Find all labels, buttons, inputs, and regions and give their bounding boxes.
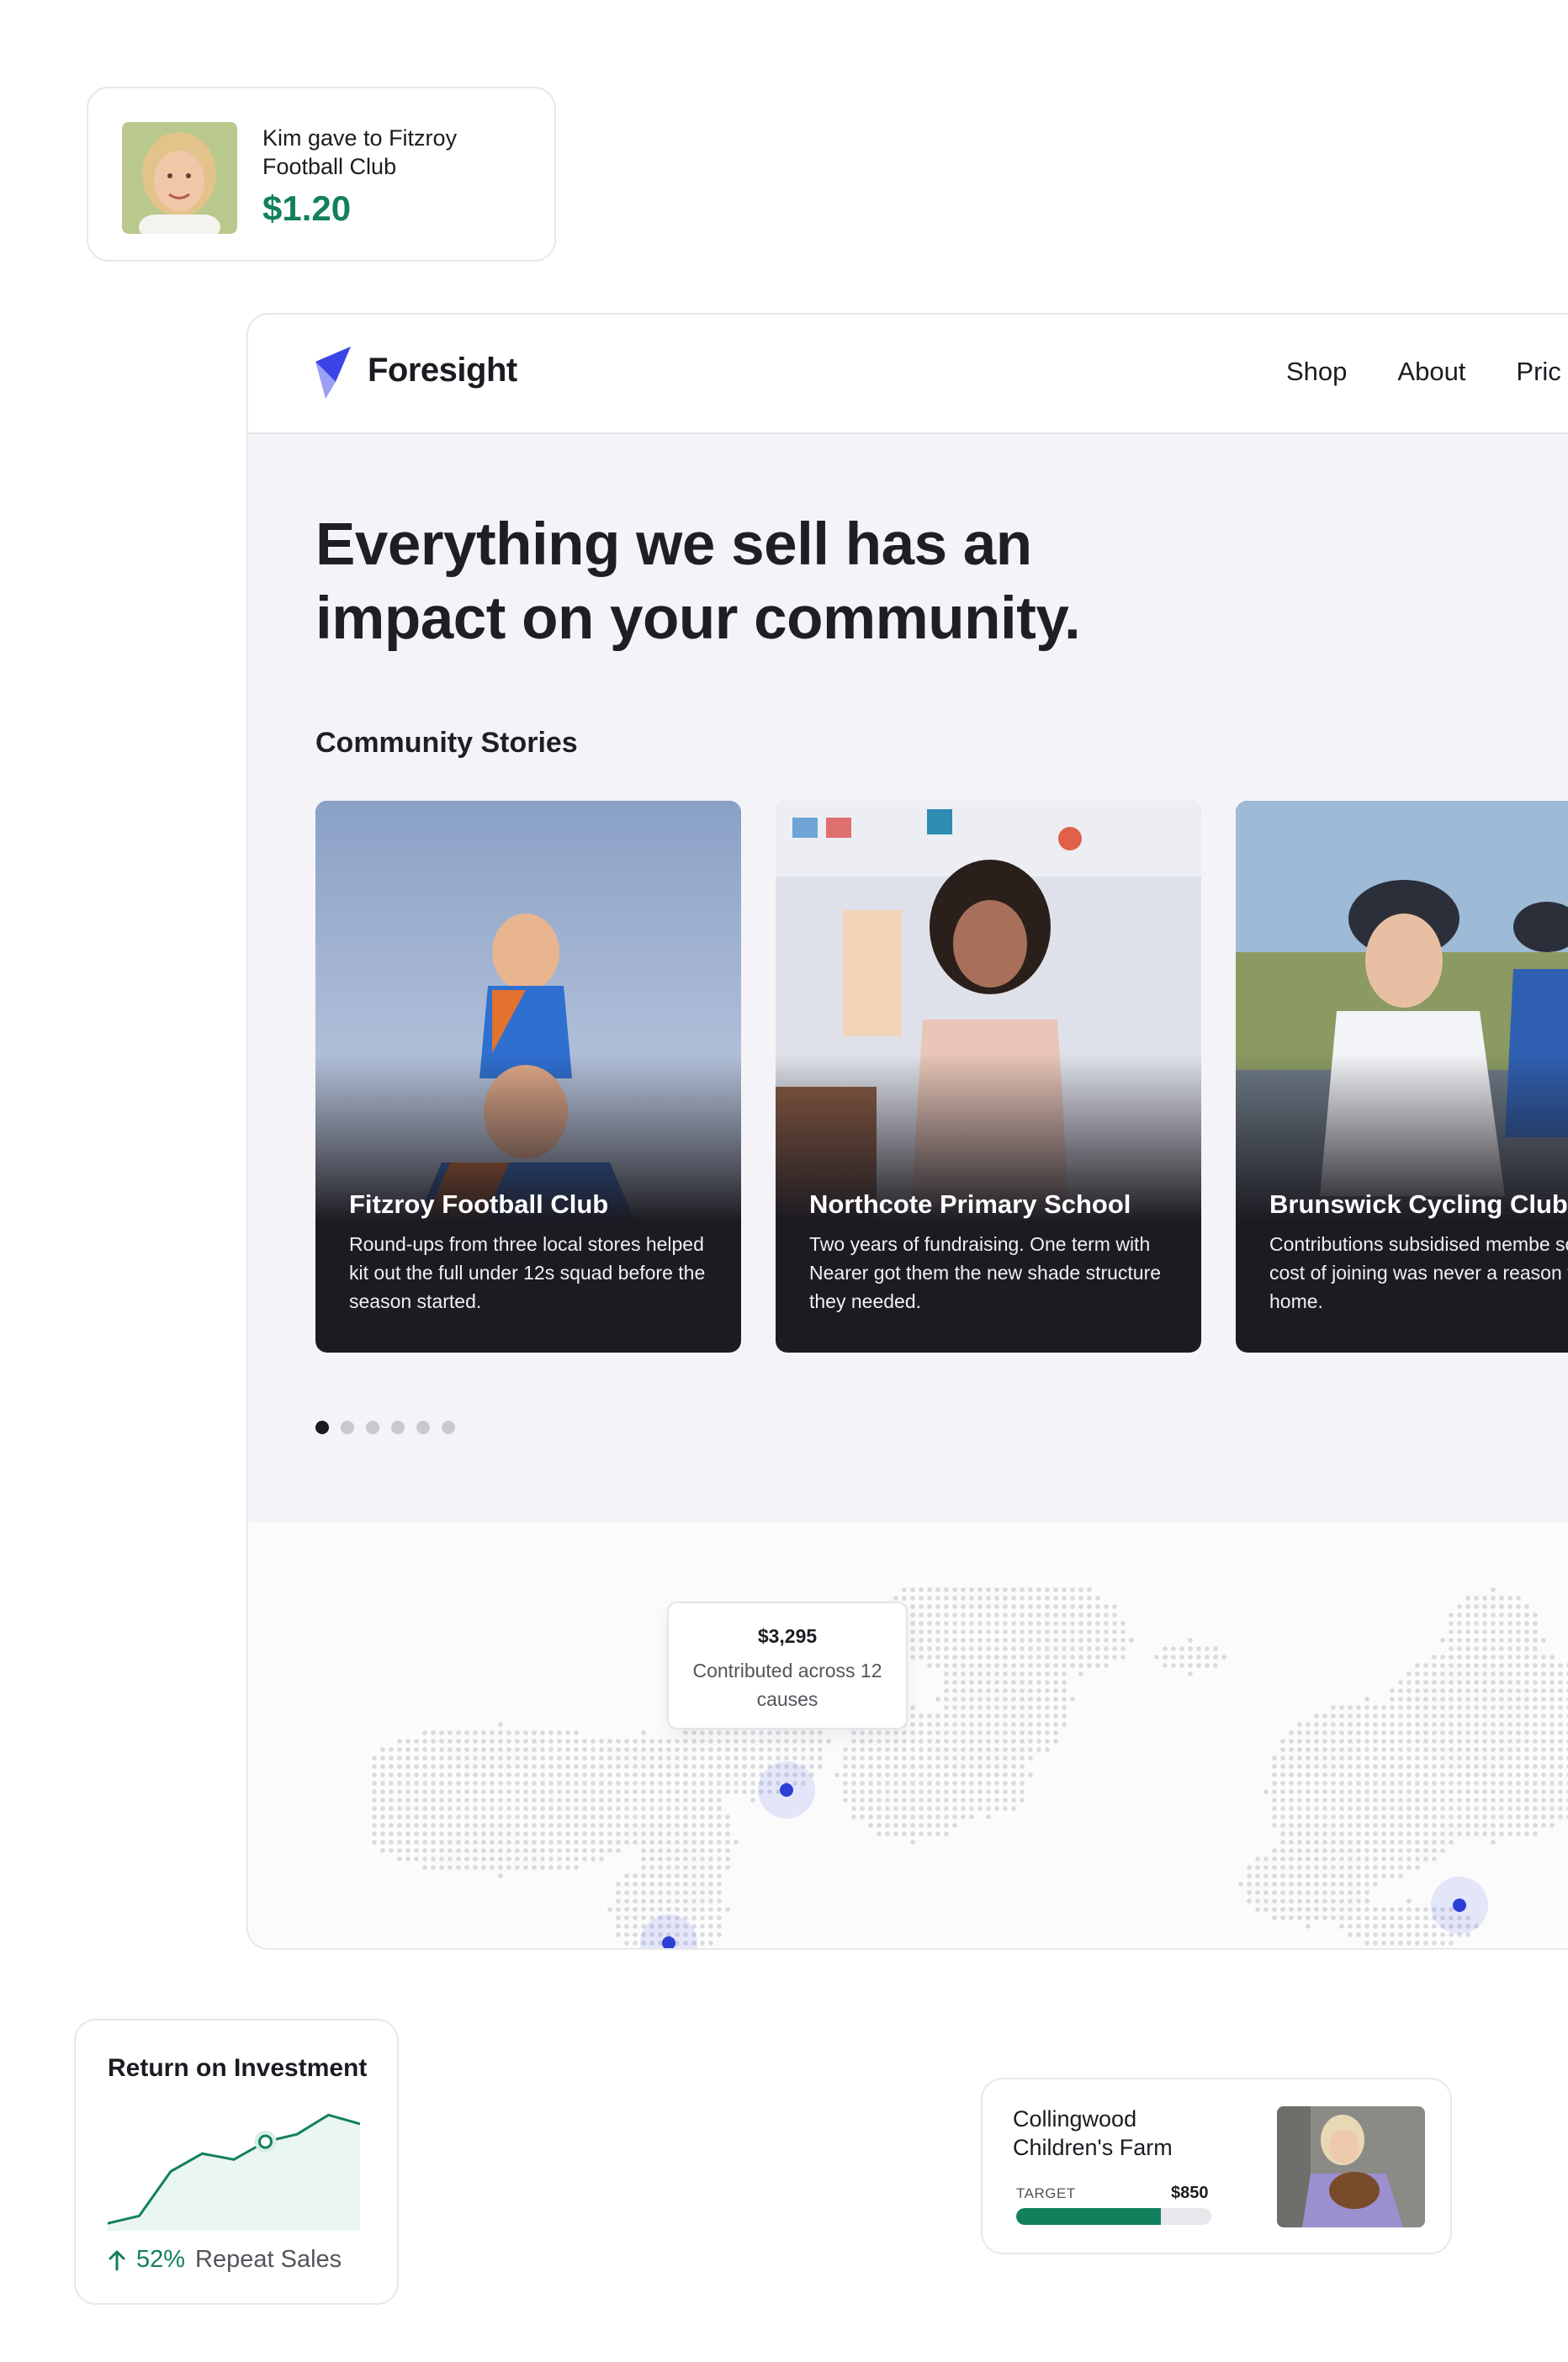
map-marker — [662, 1936, 675, 1948]
map-marker — [780, 1783, 793, 1797]
roi-point — [258, 2134, 273, 2149]
foresight-logo-icon[interactable] — [314, 347, 356, 399]
donation-text: Kim gave to Fitzroy Football Club — [262, 125, 458, 179]
tooltip-amount: $3,295 — [757, 1625, 818, 1647]
roi-footer: 52% Repeat Sales — [108, 2246, 342, 2274]
roi-title: Return on Investment — [108, 2054, 368, 2082]
world-map — [248, 1523, 1568, 1948]
section-heading: Community Stories — [315, 727, 578, 759]
arrow-up-icon — [109, 2250, 125, 2270]
target-label: TARGET — [1016, 2185, 1076, 2201]
story-body: Contributions subsidised membe so the co… — [1269, 1233, 1568, 1312]
story-card[interactable]: Brunswick Cycling Club Contributions sub… — [1236, 801, 1568, 1353]
carousel-dot[interactable] — [341, 1421, 354, 1434]
roi-percent: 52% — [136, 2246, 186, 2273]
cause-photo — [1277, 2106, 1425, 2227]
story-title: Northcote Primary School — [809, 1189, 1131, 1219]
roi-card: Return on Investment 52% Repeat Sales — [74, 2019, 399, 2305]
nav-item-pricing[interactable]: Pric — [1516, 357, 1560, 387]
nav-menu: Shop About Pric — [1286, 357, 1561, 387]
nav-item-shop[interactable]: Shop — [1286, 357, 1347, 387]
carousel-dot[interactable] — [315, 1421, 329, 1434]
website-preview: Foresight Shop About Pric Everything we … — [246, 313, 1568, 1950]
carousel-pagination — [315, 1421, 455, 1434]
top-nav: Foresight Shop About Pric — [248, 315, 1568, 434]
carousel-dot[interactable] — [391, 1421, 405, 1434]
story-title: Brunswick Cycling Club — [1269, 1189, 1568, 1219]
map-tooltip: $3,295 Contributed across 12 causes — [667, 1602, 908, 1729]
carousel-dot[interactable] — [416, 1421, 430, 1434]
brand-name[interactable]: Foresight — [368, 352, 517, 389]
story-body: Two years of fundraising. One term with … — [809, 1233, 1162, 1312]
donation-card: Kim gave to Fitzroy Football Club $1.20 — [87, 87, 556, 262]
hero-title: Everything we sell has an impact on your… — [315, 511, 1081, 652]
tooltip-caption: Contributed across 12 causes — [692, 1660, 882, 1710]
carousel-dot[interactable] — [366, 1421, 379, 1434]
progress-fill — [1016, 2208, 1161, 2225]
progress-bar — [1016, 2208, 1211, 2225]
map-marker — [1453, 1899, 1466, 1912]
roi-area — [108, 2115, 360, 2231]
carousel-dot[interactable] — [442, 1421, 455, 1434]
story-body: Round-ups from three local stores helped… — [349, 1233, 706, 1312]
story-card[interactable]: Northcote Primary School Two years of fu… — [776, 801, 1201, 1353]
nav-item-about[interactable]: About — [1397, 357, 1465, 387]
cause-card: Collingwood Children's Farm TARGET $850 — [981, 2078, 1452, 2254]
roi-label: Repeat Sales — [195, 2246, 342, 2273]
story-title: Fitzroy Football Club — [349, 1189, 609, 1219]
cause-name: Collingwood Children's Farm — [1013, 2106, 1173, 2160]
roi-trend-chart — [108, 2113, 360, 2231]
donor-avatar — [122, 122, 237, 234]
target-value: $850 — [1171, 2184, 1209, 2202]
donation-amount: $1.20 — [262, 188, 352, 228]
story-card[interactable]: Fitzroy Football Club Round-ups from thr… — [315, 801, 741, 1353]
dotted-world-map — [372, 1587, 1568, 1948]
